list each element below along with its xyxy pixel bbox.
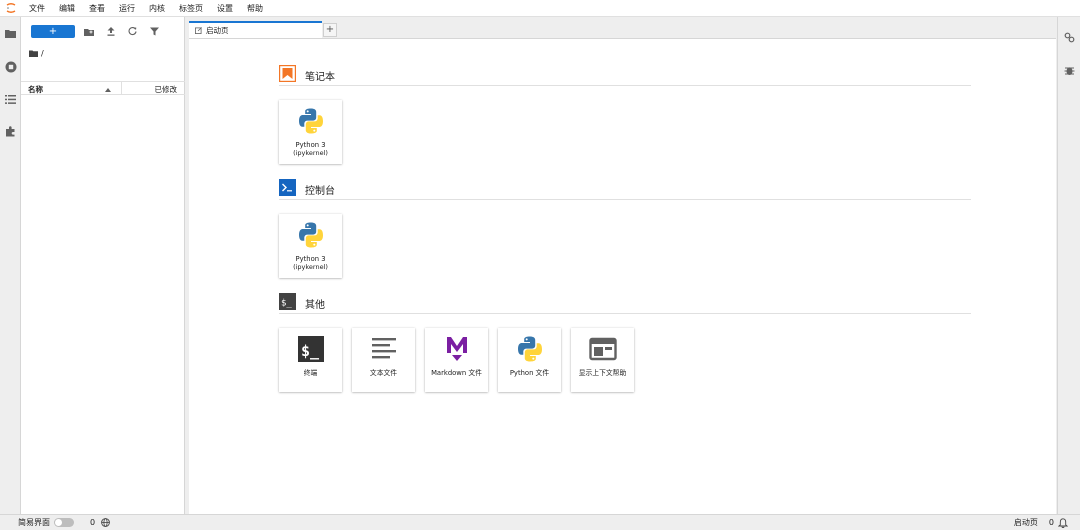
python-icon — [515, 334, 545, 364]
tab-bar: 启动页 + — [189, 21, 1057, 38]
bell-icon[interactable] — [1058, 517, 1068, 528]
menu-file[interactable]: 文件 — [22, 0, 52, 17]
menu-kernel[interactable]: 内核 — [142, 0, 172, 17]
markdown-file-card[interactable]: Markdown 文件 — [425, 328, 488, 392]
launcher-tab-icon — [195, 27, 202, 34]
folder-icon[interactable] — [4, 27, 17, 40]
column-name[interactable]: 名称 — [28, 84, 43, 95]
status-bar: 简易界面 0 启动页 0 — [0, 514, 1080, 530]
menubar: 文件 编辑 查看 运行 内核 标签页 设置 帮助 — [0, 0, 1080, 17]
section-other: $_ 其他 — [279, 293, 971, 314]
other-icon: $_ — [279, 293, 296, 314]
section-console: 控制台 — [279, 179, 971, 200]
new-folder-icon[interactable] — [83, 26, 94, 37]
new-launcher-button[interactable]: + — [31, 25, 75, 38]
simple-mode-toggle[interactable] — [54, 518, 74, 527]
svg-text:$_: $_ — [281, 299, 292, 309]
text-file-icon — [369, 334, 399, 364]
file-browser-toolbar: + — [21, 25, 185, 41]
terminal-icon: $_ — [296, 334, 326, 364]
terminal-card[interactable]: $_ 终端 — [279, 328, 342, 392]
svg-text:$_: $_ — [301, 342, 320, 360]
running-icon[interactable] — [4, 60, 17, 73]
refresh-icon[interactable] — [127, 26, 138, 37]
new-tab-button[interactable]: + — [323, 23, 337, 37]
sort-ascending-icon[interactable] — [105, 85, 111, 94]
context-help-icon — [588, 334, 618, 364]
debugger-icon[interactable] — [1064, 61, 1075, 80]
breadcrumb-root[interactable]: / — [41, 49, 44, 58]
right-sidebar-rail — [1057, 17, 1080, 514]
section-title: 控制台 — [305, 186, 335, 197]
python-icon — [296, 106, 326, 136]
tab-label: 启动页 — [206, 26, 229, 35]
toc-icon[interactable] — [4, 93, 17, 106]
card-sublabel: (ipykernel) — [293, 262, 328, 271]
notification-count: 0 — [1048, 518, 1054, 527]
kernel-count[interactable]: 0 — [90, 518, 95, 527]
upload-icon[interactable] — [105, 26, 116, 37]
main-dock-area: 启动页 + 笔记本 Python 3 (ipykernel) 控制台 Pytho… — [189, 17, 1057, 514]
menu-run[interactable]: 运行 — [112, 0, 142, 17]
card-label: 终端 — [303, 369, 318, 377]
menu-edit[interactable]: 编辑 — [52, 0, 82, 17]
card-label: 显示上下文帮助 — [578, 369, 627, 377]
markdown-icon — [442, 334, 472, 364]
card-label: Python 文件 — [509, 369, 550, 377]
language-icon[interactable] — [101, 518, 110, 527]
current-tab-status: 启动页 — [1013, 518, 1038, 527]
tab-launcher[interactable]: 启动页 — [189, 21, 322, 38]
console-icon — [279, 179, 296, 200]
console-python3-card[interactable]: Python 3 (ipykernel) — [279, 214, 342, 278]
filter-icon[interactable] — [149, 26, 160, 37]
card-sublabel: (ipykernel) — [293, 148, 328, 157]
menu-settings[interactable]: 设置 — [210, 0, 240, 17]
menu-help[interactable]: 帮助 — [240, 0, 270, 17]
section-notebook: 笔记本 — [279, 65, 971, 86]
breadcrumb: / — [29, 47, 44, 59]
jupyter-logo-icon — [0, 0, 22, 17]
file-list-header: 名称 已修改 — [21, 81, 185, 95]
column-modified[interactable]: 已修改 — [155, 84, 178, 95]
card-label: 文本文件 — [369, 369, 398, 377]
section-title: 其他 — [305, 300, 325, 311]
extension-icon[interactable] — [4, 125, 17, 138]
home-folder-icon[interactable] — [29, 50, 38, 57]
text-file-card[interactable]: 文本文件 — [352, 328, 415, 392]
left-sidebar-rail — [0, 17, 21, 514]
menu-tabs[interactable]: 标签页 — [172, 0, 210, 17]
notebook-icon — [279, 65, 297, 86]
menu-view[interactable]: 查看 — [82, 0, 112, 17]
file-browser: + / 名称 已修改 — [21, 17, 185, 514]
section-title: 笔记本 — [305, 72, 335, 83]
python-icon — [296, 220, 326, 250]
card-label: Markdown 文件 — [431, 369, 482, 377]
column-divider[interactable] — [121, 82, 122, 95]
notebook-python3-card[interactable]: Python 3 (ipykernel) — [279, 100, 342, 164]
python-file-card[interactable]: Python 文件 — [498, 328, 561, 392]
property-inspector-icon[interactable] — [1064, 28, 1075, 47]
context-help-card[interactable]: 显示上下文帮助 — [571, 328, 634, 392]
launcher-panel: 笔记本 Python 3 (ipykernel) 控制台 Python 3 (i… — [189, 38, 1056, 514]
simple-mode-label: 简易界面 — [18, 518, 50, 527]
